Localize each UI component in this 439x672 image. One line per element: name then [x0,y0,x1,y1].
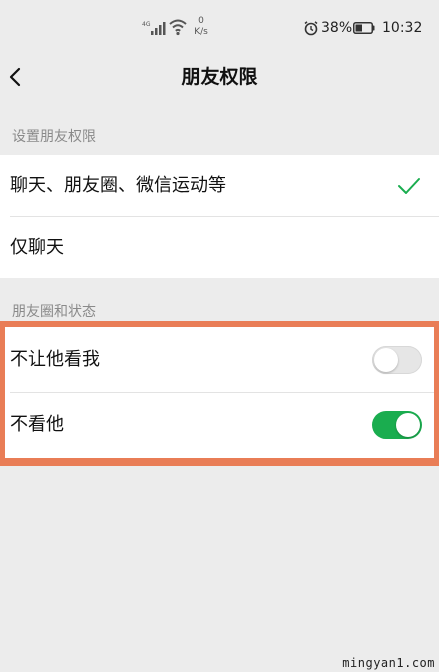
row-label: 不让他看我 [10,349,100,370]
battery-icon [353,22,375,34]
option-chat-only[interactable]: 仅聊天 [0,217,439,278]
alarm-icon [304,21,318,36]
toggle-knob [396,413,420,437]
highlight-annotation-box: 不让他看我 不看他 [0,321,439,466]
network-speed-value: 0 [198,16,204,26]
row-label: 不看他 [10,414,64,435]
page-title: 朋友权限 [181,66,258,88]
battery-percent: 38% [321,20,353,36]
watermark: mingyan1.com [342,656,435,670]
nav-bar: 朋友权限 [0,56,439,100]
network-speed: 0 K/s [190,16,212,38]
network-speed-unit: K/s [194,27,208,37]
wifi-icon [169,19,187,36]
hide-my-moments-toggle[interactable] [372,346,422,374]
section-header-permissions: 设置朋友权限 [12,129,96,145]
hide-their-moments-toggle[interactable] [372,411,422,439]
permissions-group: 聊天、朋友圈、微信运动等 仅聊天 [0,155,439,278]
option-label: 仅聊天 [10,237,64,258]
moments-group: 不让他看我 不看他 [5,327,434,458]
row-hide-their-moments: 不看他 [5,393,434,458]
checkmark-icon [398,178,420,194]
signal-icon: 4G [142,21,166,35]
svg-text:4G: 4G [142,21,151,28]
option-chat-moments-werun[interactable]: 聊天、朋友圈、微信运动等 [0,155,439,216]
section-header-moments: 朋友圈和状态 [12,304,96,320]
status-bar: 4G 0 K/s 38% 10:32 [0,0,439,56]
row-hide-my-moments: 不让他看我 [5,327,434,392]
clock-time: 10:32 [382,20,423,36]
option-label: 聊天、朋友圈、微信运动等 [10,175,226,196]
toggle-knob [374,348,398,372]
